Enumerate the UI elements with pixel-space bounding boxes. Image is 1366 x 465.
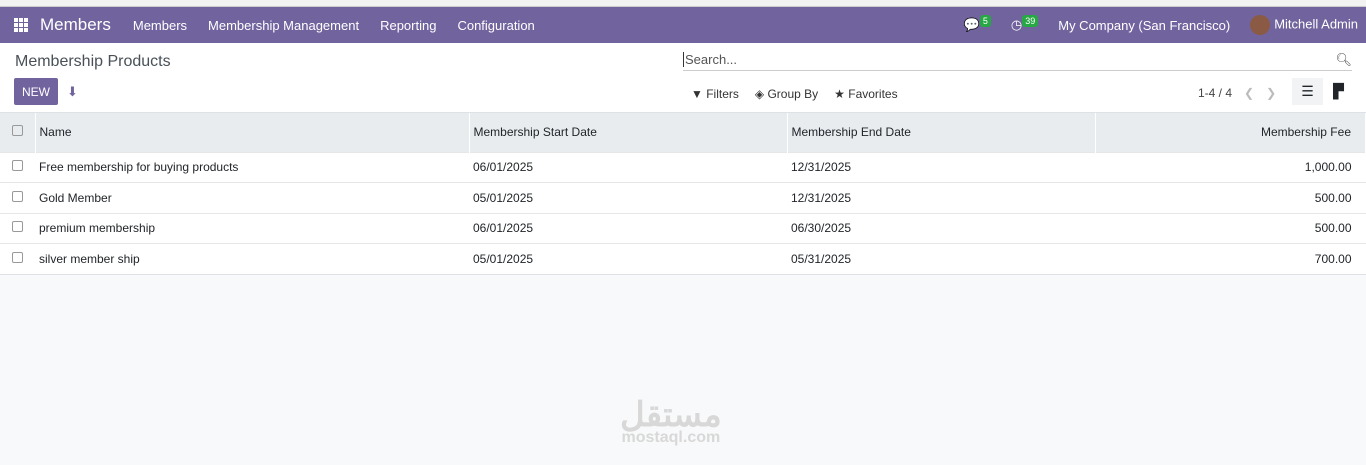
table-row[interactable]: Free membership for buying products 06/0… [0, 151, 1366, 183]
search-placeholder: Search... [683, 52, 738, 67]
control-panel: Membership Products NEW ⬇ Search... 🔍︎ ▼ … [0, 43, 1366, 113]
select-all-checkbox[interactable] [0, 113, 36, 152]
pager-next-icon[interactable]: ❯ [1266, 86, 1276, 100]
menu-reporting[interactable]: Reporting [380, 18, 436, 33]
avatar [1250, 15, 1271, 35]
cell-name[interactable]: silver member ship [35, 243, 469, 275]
row-checkbox[interactable] [0, 182, 35, 213]
cell-end-date[interactable]: 06/30/2025 [787, 212, 1095, 244]
activities-badge: 39 [1022, 15, 1039, 27]
browser-strip [0, 0, 1366, 7]
app-name[interactable]: Members [40, 15, 111, 35]
cell-start-date[interactable]: 05/01/2025 [469, 182, 787, 213]
cell-end-date[interactable]: 05/31/2025 [787, 243, 1095, 275]
download-icon[interactable]: ⬇ [67, 84, 78, 100]
cell-fee[interactable]: 700.00 [1095, 243, 1366, 275]
filters-button[interactable]: ▼ Filters [691, 87, 739, 101]
clock-icon: ◷ [1010, 17, 1023, 32]
cell-name[interactable]: Free membership for buying products [35, 151, 469, 183]
search-icon[interactable]: 🔍︎ [1334, 52, 1352, 68]
table-row[interactable]: silver member ship 05/01/2025 05/31/2025… [0, 243, 1366, 275]
group-by-label: Group By [767, 87, 819, 101]
apps-menu-icon[interactable] [14, 18, 28, 32]
messages-badge: 5 [979, 15, 991, 27]
products-table: Name Membership Start Date Membership En… [0, 113, 1366, 275]
header-start-date[interactable]: Membership Start Date [469, 113, 788, 152]
cell-end-date[interactable]: 12/31/2025 [787, 182, 1095, 213]
kanban-view-icon[interactable]: ▛ [1323, 78, 1354, 105]
table-row[interactable]: Gold Member 05/01/2025 12/31/2025 500.00 [0, 182, 1366, 213]
cell-start-date[interactable]: 06/01/2025 [469, 151, 787, 183]
cell-name[interactable]: premium membership [35, 212, 469, 244]
cell-fee[interactable]: 500.00 [1095, 182, 1366, 213]
row-checkbox[interactable] [0, 243, 35, 275]
header-name[interactable]: Name [35, 113, 470, 152]
header-end-date[interactable]: Membership End Date [787, 113, 1096, 152]
menu-members[interactable]: Members [133, 18, 187, 33]
row-checkbox[interactable] [0, 151, 35, 183]
favorites-button[interactable]: ★ Favorites [834, 87, 897, 101]
cell-start-date[interactable]: 05/01/2025 [469, 243, 787, 275]
new-button[interactable]: NEW [14, 78, 58, 105]
user-menu[interactable]: Mitchell Admin [1250, 15, 1358, 35]
list-view-icon[interactable]: ☰ [1292, 78, 1323, 105]
header-fee[interactable]: Membership Fee [1095, 113, 1366, 152]
menu-configuration[interactable]: Configuration [457, 18, 534, 33]
search-input[interactable]: Search... 🔍︎ [683, 49, 1352, 71]
row-checkbox[interactable] [0, 212, 35, 244]
favorites-label: Favorites [848, 87, 898, 101]
group-by-button[interactable]: ◈ Group By [755, 87, 818, 101]
chat-icon: 💬 [963, 17, 980, 32]
user-name: Mitchell Admin [1274, 16, 1358, 32]
company-switcher[interactable]: My Company (San Francisco) [1058, 18, 1230, 33]
activities-button[interactable]: ◷ 39 [1010, 15, 1039, 33]
cell-name[interactable]: Gold Member [35, 182, 469, 213]
filters-label: Filters [706, 87, 739, 101]
pager-prev-icon[interactable]: ❮ [1244, 86, 1254, 100]
page-title: Membership Products [15, 53, 171, 70]
cell-end-date[interactable]: 12/31/2025 [787, 151, 1095, 183]
cell-fee[interactable]: 1,000.00 [1095, 151, 1366, 183]
navbar: Members Members Membership Management Re… [0, 7, 1366, 43]
pager-value[interactable]: 1-4 / 4 [1198, 86, 1232, 100]
menu-membership-management[interactable]: Membership Management [208, 18, 359, 33]
cell-start-date[interactable]: 06/01/2025 [469, 212, 787, 244]
table-row[interactable]: premium membership 06/01/2025 06/30/2025… [0, 212, 1366, 244]
watermark-logo: مستقل mostaql.com [620, 396, 722, 446]
messages-button[interactable]: 💬 5 [963, 15, 991, 33]
table-header: Name Membership Start Date Membership En… [0, 113, 1366, 152]
cell-fee[interactable]: 500.00 [1095, 212, 1366, 244]
